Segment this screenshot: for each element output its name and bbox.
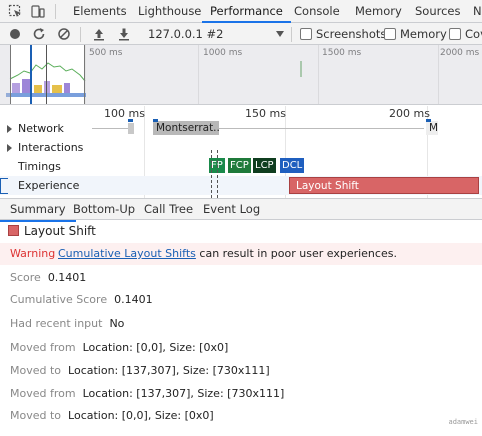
device-toolbar-icon[interactable] — [31, 4, 45, 18]
tab-network-truncated[interactable]: N — [473, 0, 482, 23]
interactions-track-label: Interactions — [18, 141, 84, 154]
tab-sources[interactable]: Sources — [415, 0, 461, 23]
network-priority-marker — [128, 119, 133, 122]
moved-to-value: Location: [137,307], Size: [730x111] — [68, 364, 270, 377]
layout-shift-color-swatch — [8, 225, 19, 236]
layout-shift-bar[interactable]: Layout Shift — [289, 177, 479, 194]
network-request-line — [219, 128, 424, 129]
performance-toolbar: 127.0.0.1 #2 Screenshots Memory Cov — [0, 23, 482, 45]
moved-from-field: Moved from Location: [0,0], Size: [0x0] — [10, 341, 228, 355]
score-label: Score — [10, 271, 41, 284]
details-title: Layout Shift — [8, 224, 96, 238]
clear-icon[interactable] — [57, 27, 71, 41]
network-priority-marker — [426, 119, 431, 122]
moved-to-field: Moved to Location: [137,307], Size: [730x… — [10, 364, 270, 378]
timings-track[interactable]: Timings FP FCP LCP DCL — [0, 157, 482, 176]
network-request-bar[interactable]: M — [426, 121, 438, 135]
tab-memory[interactable]: Memory — [355, 0, 402, 23]
moved-to-label: Moved to — [10, 409, 62, 422]
timeline-overview[interactable]: 500 ms 1000 ms 1500 ms 2000 ms — [0, 45, 482, 105]
score-value: 0.1401 — [47, 271, 87, 284]
coverage-checkbox[interactable] — [449, 28, 461, 40]
tab-lighthouse[interactable]: Lighthouse — [138, 0, 201, 23]
timing-marker-line — [211, 150, 212, 198]
overview-selection-window[interactable] — [10, 45, 85, 104]
expand-triangle-icon[interactable] — [7, 125, 12, 133]
overview-unselected-right — [86, 45, 482, 104]
tab-performance[interactable]: Performance — [202, 0, 291, 23]
reload-record-icon[interactable] — [32, 27, 46, 41]
network-request-bar[interactable]: Montserrat... — [153, 121, 219, 135]
details-tabbar: Summary Bottom-Up Call Tree Event Log — [0, 198, 482, 222]
network-request-block[interactable] — [128, 123, 134, 134]
dcl-marker[interactable]: DCL — [280, 158, 305, 173]
download-profile-icon[interactable] — [117, 27, 131, 41]
tab-event-log[interactable]: Event Log — [203, 199, 260, 220]
expand-triangle-icon[interactable] — [7, 144, 12, 152]
moved-from-value: Location: [137,307], Size: [730x111] — [82, 387, 285, 400]
network-track[interactable]: Network Montserrat... M — [0, 119, 482, 138]
memory-checkbox[interactable] — [384, 28, 396, 40]
profile-select[interactable]: 127.0.0.1 #2 — [148, 23, 223, 45]
cls-link[interactable]: Cumulative Layout Shifts — [58, 247, 196, 260]
fcp-marker[interactable]: FCP — [228, 158, 251, 173]
overview-marker-line — [46, 45, 47, 104]
moved-to-label: Moved to — [10, 364, 62, 377]
timings-track-label: Timings — [18, 160, 61, 173]
cumulative-score-field: Cumulative Score 0.1401 — [10, 293, 153, 307]
moved-from-value: Location: [0,0], Size: [0x0] — [82, 341, 229, 354]
warning-text: Cumulative Layout Shifts can result in p… — [58, 243, 397, 265]
tabbar-divider — [55, 4, 56, 19]
moved-to-value: Location: [0,0], Size: [0x0] — [68, 409, 214, 422]
watermark: adamwei — [448, 418, 478, 426]
chevron-down-icon[interactable] — [276, 31, 284, 37]
record-icon[interactable] — [8, 27, 22, 41]
network-track-label: Network — [18, 122, 64, 135]
tab-summary[interactable]: Summary — [0, 199, 76, 222]
track-selection-bracket — [0, 178, 8, 194]
lcp-marker[interactable]: LCP — [253, 158, 276, 173]
warning-message: can result in poor user experiences. — [199, 247, 397, 260]
details-title-text: Layout Shift — [24, 224, 96, 238]
flamechart: 100 ms 150 ms 200 ms Network Montserrat.… — [0, 106, 482, 198]
network-priority-marker — [153, 119, 158, 122]
moved-from-label: Moved from — [10, 387, 76, 400]
screenshots-checkbox[interactable] — [300, 28, 312, 40]
memory-label: Memory — [400, 27, 447, 41]
tab-elements[interactable]: Elements — [73, 0, 127, 23]
toolbar-divider-2 — [291, 27, 292, 42]
overview-marker-line — [30, 45, 32, 104]
toolbar-divider — [80, 27, 81, 42]
tab-console[interactable]: Console — [294, 0, 340, 23]
experience-track-label: Experience — [18, 179, 80, 192]
warning-label: Warning — [10, 247, 56, 260]
upload-profile-icon[interactable] — [92, 27, 106, 41]
inspect-element-icon[interactable] — [8, 4, 22, 18]
moved-from-label: Moved from — [10, 341, 76, 354]
timing-marker-line — [217, 150, 218, 198]
recent-input-field: Had recent input No — [10, 317, 124, 331]
moved-from-field: Moved from Location: [137,307], Size: [73… — [10, 387, 284, 401]
tab-bottom-up[interactable]: Bottom-Up — [73, 199, 135, 220]
score-field: Score 0.1401 — [10, 271, 86, 285]
overview-unselected-left — [0, 45, 10, 104]
cumulative-score-label: Cumulative Score — [10, 293, 108, 306]
interactions-track[interactable]: Interactions — [0, 138, 482, 157]
warning-row: Warning Cumulative Layout Shifts can res… — [0, 243, 482, 265]
moved-to-field: Moved to Location: [0,0], Size: [0x0] — [10, 409, 214, 423]
experience-track[interactable]: Experience Layout Shift — [0, 176, 482, 195]
cumulative-score-value: 0.1401 — [114, 293, 153, 306]
coverage-label: Cov — [465, 27, 482, 41]
devtools-tabbar: Elements Lighthouse Performance Console … — [0, 0, 482, 23]
tab-call-tree[interactable]: Call Tree — [144, 199, 193, 220]
recent-input-value: No — [109, 317, 125, 330]
screenshots-label: Screenshots — [316, 27, 387, 41]
recent-input-label: Had recent input — [10, 317, 103, 330]
